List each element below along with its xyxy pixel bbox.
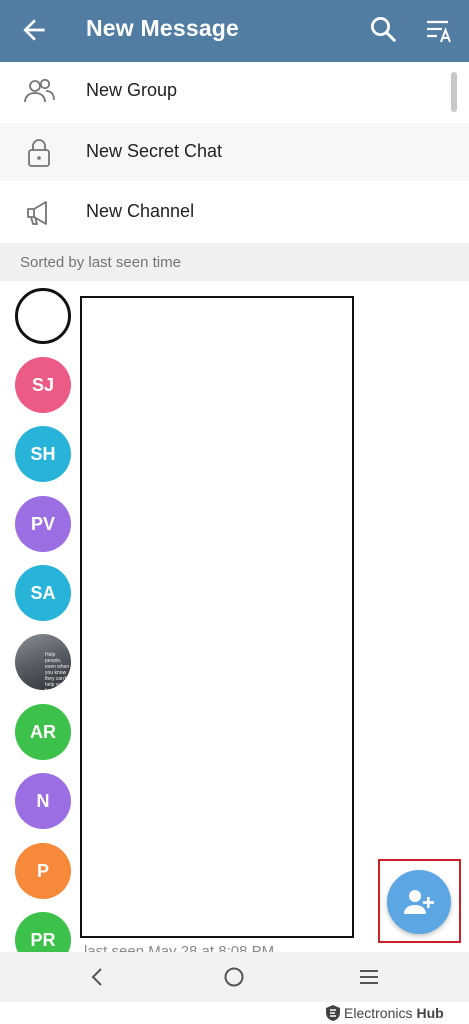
add-contact-button[interactable]: [387, 870, 451, 934]
megaphone-icon: [27, 201, 47, 225]
new-group-item[interactable]: New Group: [0, 62, 469, 120]
contact-avatar[interactable]: N: [15, 773, 71, 829]
nav-back-icon[interactable]: [86, 965, 110, 989]
shield-logo-icon: [326, 1005, 340, 1021]
new-group-label: New Group: [86, 80, 178, 100]
lock-icon: [28, 139, 50, 167]
avatar-initials: PV: [30, 513, 55, 534]
last-seen-status: last seen May 28 at 8:08 PM: [84, 943, 275, 952]
contact-avatar-photo[interactable]: Help people, even when you know they can…: [15, 634, 71, 690]
new-secret-chat-label: New Secret Chat: [86, 141, 223, 161]
avatar-initials: N: [36, 790, 50, 811]
avatar-initials: SH: [30, 443, 56, 464]
sort-by-name-icon[interactable]: [424, 14, 456, 46]
watermark-suffix: Hub: [416, 1005, 444, 1021]
avatar-initials: SA: [30, 582, 56, 603]
nav-home-icon[interactable]: [222, 965, 246, 989]
watermark-brand: Electronics: [344, 1005, 413, 1021]
watermark: Electronics Hub: [326, 1004, 444, 1022]
new-channel-label: New Channel: [86, 201, 195, 221]
people-icon: [24, 78, 55, 103]
add-contact-icon: [404, 890, 434, 914]
new-channel-item[interactable]: New Channel: [0, 183, 469, 241]
avatar-initials: PR: [30, 929, 56, 950]
arrow-left-icon[interactable]: [18, 14, 50, 46]
section-header: Sorted by last seen time: [0, 243, 469, 281]
contact-avatar[interactable]: AR: [15, 704, 71, 760]
redaction-box: [80, 296, 354, 938]
section-header-label: Sorted by last seen time: [20, 254, 181, 271]
contact-avatar[interactable]: SJ: [15, 357, 71, 413]
contact-avatar[interactable]: SA: [15, 565, 71, 621]
contact-avatar[interactable]: P: [15, 843, 71, 899]
search-icon[interactable]: [368, 14, 398, 44]
scrollbar-thumb[interactable]: [451, 72, 457, 112]
avatar-initials: P: [36, 860, 49, 881]
page-title: New Message: [86, 15, 240, 41]
system-navbar: [0, 952, 469, 1002]
avatar-initials: SJ: [31, 374, 55, 395]
contact-avatar[interactable]: SH: [15, 426, 71, 482]
avatar-initials: AR: [30, 721, 56, 742]
contact-avatar[interactable]: PV: [15, 496, 71, 552]
avatar-photo-text: Help people, even when you know they can…: [45, 652, 70, 690]
app-bar: New Message: [0, 0, 469, 62]
contact-avatar[interactable]: [15, 288, 71, 344]
nav-recents-icon[interactable]: [357, 965, 381, 989]
new-secret-chat-item[interactable]: New Secret Chat: [0, 123, 469, 181]
